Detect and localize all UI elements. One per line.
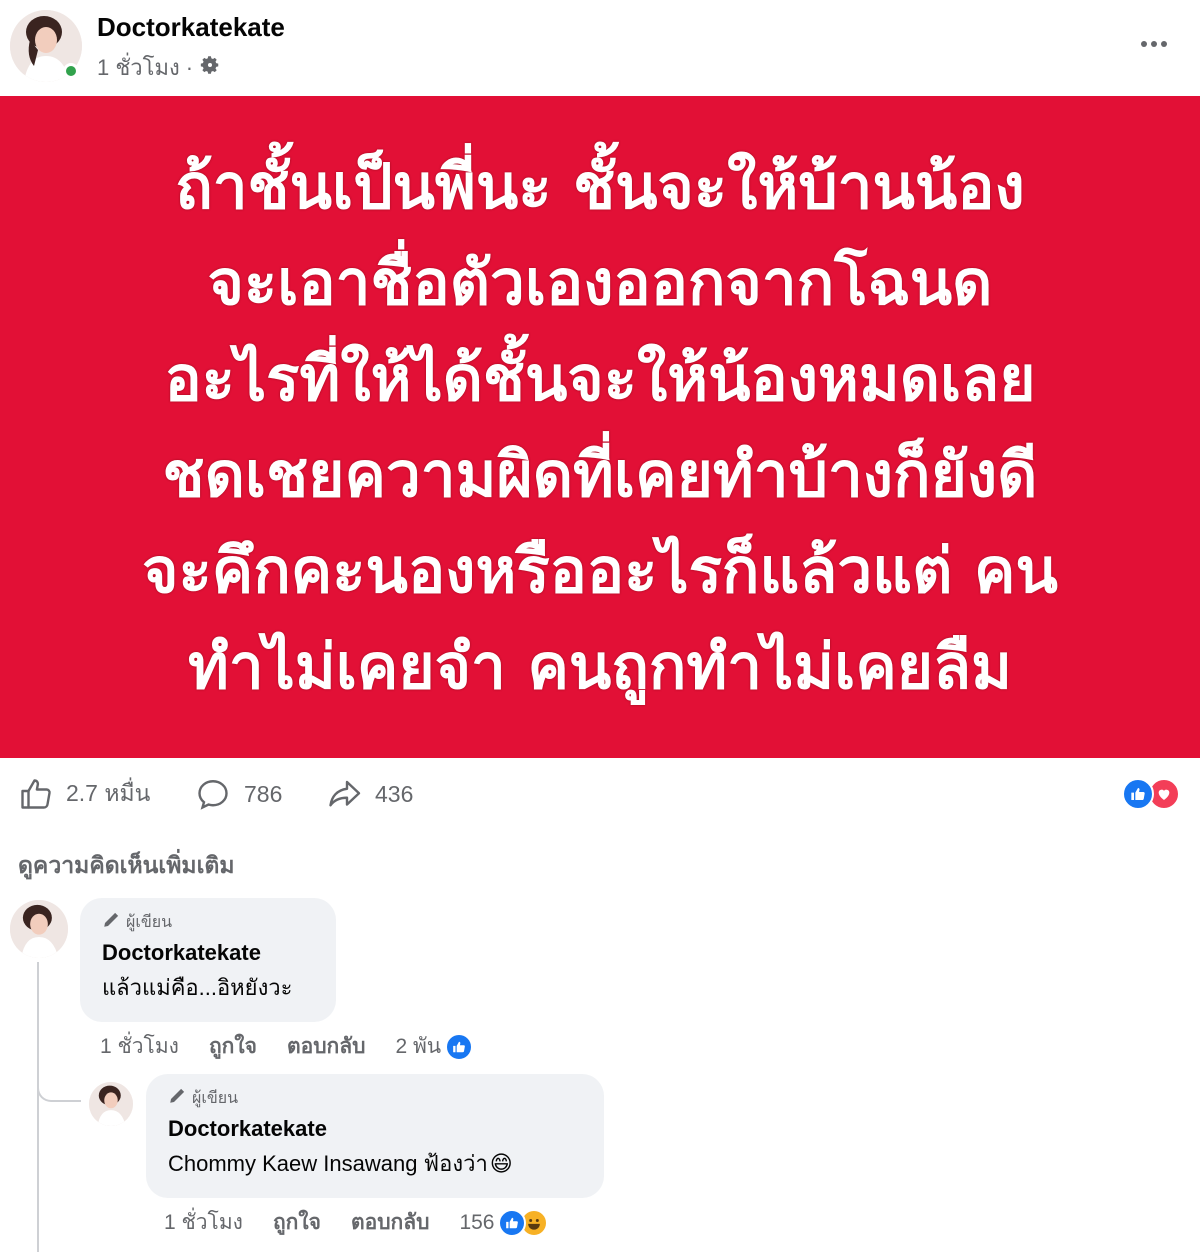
like-button[interactable]: 2.7 หมื่น (18, 776, 150, 812)
pencil-icon (102, 911, 120, 934)
reply-author-name[interactable]: Doctorkatekate (168, 1116, 582, 1142)
reply-avatar[interactable] (89, 1082, 133, 1126)
comment-avatar[interactable] (10, 900, 68, 958)
comment-reaction-number: 2 พัน (395, 1035, 442, 1058)
post-stats-bar: 2.7 หมื่น 786 436 (0, 768, 1200, 822)
share-icon (325, 776, 363, 812)
post-time[interactable]: 1 ชั่วโมง (97, 50, 180, 85)
banner-line-5: จะคึกคะนองหรืออะไรก็แล้วแต่ คน (142, 534, 1058, 607)
banner-line-4: ชดเชยความผิดที่เคยทำบ้างก็ยังดี (162, 438, 1038, 511)
reaction-summary[interactable] (1122, 778, 1184, 810)
comment-actions: 1 ชั่วโมง ถูกใจ ตอบกลับ 2 พัน (100, 1030, 474, 1063)
post-author-name[interactable]: Doctorkatekate (97, 12, 285, 43)
reply-like-button[interactable]: ถูกใจ (273, 1206, 321, 1239)
comment-reaction-count[interactable]: 2 พัน (395, 1030, 474, 1063)
settings-icon[interactable] (199, 54, 221, 82)
comment-like-button[interactable]: ถูกใจ (209, 1030, 257, 1063)
view-more-comments-link[interactable]: ดูความคิดเห็นเพิ่มเติม (18, 848, 235, 884)
author-badge: ผู้เขียน (168, 1086, 582, 1110)
online-status-indicator (63, 63, 79, 79)
like-icon (445, 1032, 474, 1061)
reply-reaction-count[interactable]: 156 (459, 1208, 549, 1237)
thumbs-up-icon (18, 776, 54, 812)
banner-line-1: ถ้าชั้นเป็นพี่นะ ชั้นจะให้บ้านน้อง (175, 150, 1025, 223)
reply-time[interactable]: 1 ชั่วโมง (164, 1206, 243, 1239)
like-icon (498, 1208, 527, 1237)
comment-author-name[interactable]: Doctorkatekate (102, 940, 314, 966)
post-header: Doctorkatekate 1 ชั่วโมง · (0, 0, 1200, 96)
author-badge: ผู้เขียน (102, 910, 314, 934)
banner-line-6: ทำไม่เคยจำ คนถูกทำไม่เคยลืม (188, 630, 1012, 703)
thread-connector (37, 1060, 81, 1102)
post-meta: 1 ชั่วโมง · (97, 50, 221, 85)
more-options-icon[interactable] (1134, 24, 1174, 64)
author-badge-label: ผู้เขียน (192, 1089, 239, 1107)
like-icon (1122, 778, 1154, 810)
reply-reaction-number: 156 (459, 1210, 495, 1234)
reply-text-body: Chommy Kaew Insawang ฟ้องว่า (168, 1151, 488, 1176)
reply-bubble: ผู้เขียน Doctorkatekate Chommy Kaew Insa… (146, 1074, 604, 1198)
pencil-icon (168, 1087, 186, 1110)
comment-icon (194, 776, 232, 812)
thread-line (37, 962, 39, 1252)
banner-line-3: อะไรที่ให้ได้ชั้นจะให้น้องหมดเลย (164, 342, 1036, 415)
comment-button[interactable]: 786 (194, 776, 282, 812)
comment-text: แล้วแม่คือ...อิหยังวะ (102, 975, 293, 1000)
share-button[interactable]: 436 (325, 776, 413, 812)
post-image-banner[interactable]: ถ้าชั้นเป็นพี่นะ ชั้นจะให้บ้านน้อง จะเอา… (0, 96, 1200, 758)
comment-reply-button[interactable]: ตอบกลับ (287, 1030, 366, 1063)
reply-actions: 1 ชั่วโมง ถูกใจ ตอบกลับ 156 (164, 1206, 549, 1239)
like-count: 2.7 หมื่น (66, 780, 151, 806)
meta-separator: · (185, 54, 194, 80)
reply-reply-button[interactable]: ตอบกลับ (351, 1206, 430, 1239)
reply-text: Chommy Kaew Insawang ฟ้องว่า 😄 (168, 1146, 582, 1181)
comment-bubble: ผู้เขียน Doctorkatekate แล้วแม่คือ...อิห… (80, 898, 336, 1022)
author-badge-label: ผู้เขียน (126, 913, 173, 931)
banner-line-2: จะเอาชื่อตัวเองออกจากโฉนด (207, 246, 993, 319)
share-count: 436 (375, 780, 414, 807)
comment-count: 786 (244, 780, 283, 807)
smile-emoji-icon: 😄 (489, 1150, 513, 1176)
comment-time[interactable]: 1 ชั่วโมง (100, 1030, 179, 1063)
